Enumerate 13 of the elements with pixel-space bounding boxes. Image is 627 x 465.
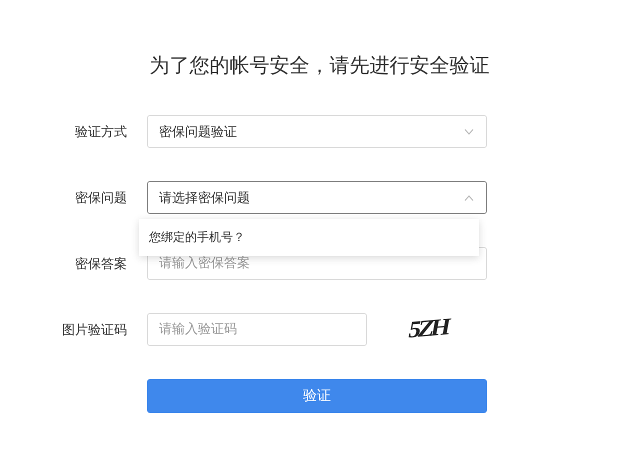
- chevron-icon: [464, 128, 474, 134]
- field-label: 验证方式: [74, 124, 127, 140]
- verify-button[interactable]: 验证: [147, 378, 487, 412]
- page-title: 为了您的帐号安全，请先进行安全验证: [148, 52, 490, 79]
- select-field[interactable]: 密保问题验证: [147, 115, 487, 148]
- captcha-image[interactable]: 5ZH: [406, 314, 450, 345]
- chevron-icon: [464, 194, 474, 200]
- select-field[interactable]: 请选择密保问题: [147, 181, 487, 214]
- dropdown-option[interactable]: 您绑定的手机号？: [139, 225, 479, 250]
- field-label: 图片验证码: [61, 322, 127, 338]
- field-label: 密保答案: [74, 256, 127, 272]
- captcha-field[interactable]: 请输入验证码: [147, 313, 367, 346]
- field-label: 密保问题: [74, 190, 127, 206]
